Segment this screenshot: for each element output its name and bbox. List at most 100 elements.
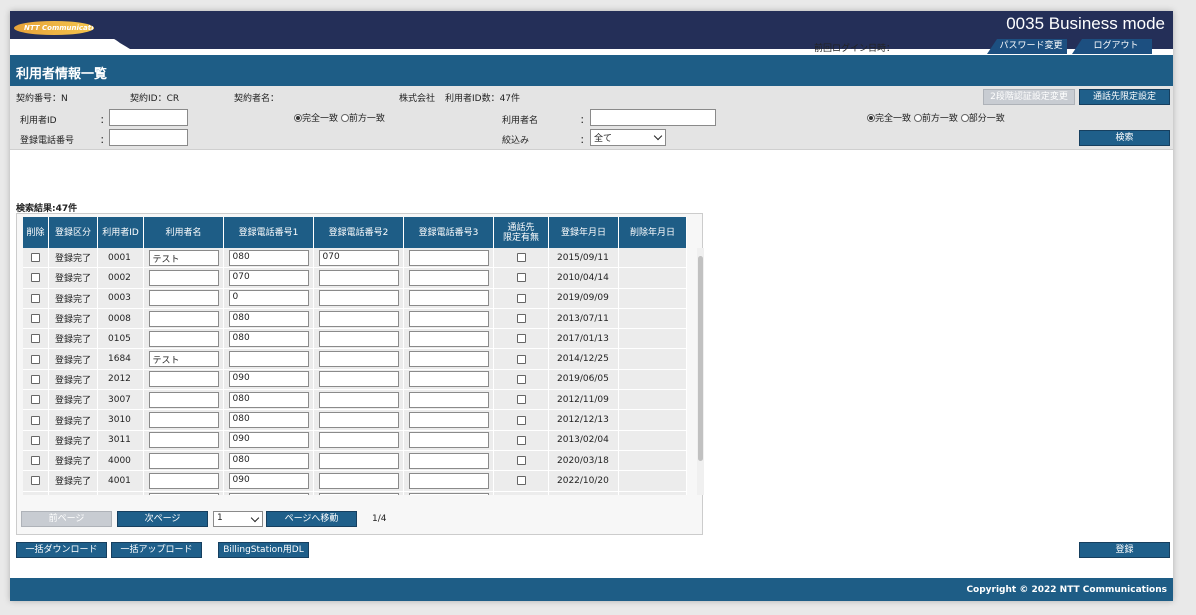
delete-checkbox[interactable] [31,476,40,486]
delete-checkbox[interactable] [31,293,40,303]
user-name-field[interactable] [148,472,219,489]
phone-field[interactable] [318,371,399,388]
delete-checkbox[interactable] [31,456,40,466]
phone-field[interactable] [318,330,399,347]
phone-field[interactable] [318,452,399,469]
prev-page-button[interactable]: 前ページ [21,511,112,527]
callee-limit-checkbox[interactable] [516,374,526,384]
user-name-field[interactable] [148,371,219,388]
table-scrollbar[interactable] [697,248,704,495]
callee-limit-checkbox[interactable] [516,354,526,364]
phone-field[interactable] [318,310,399,327]
phone-field[interactable] [228,493,309,495]
phone-field[interactable]: 080 [228,330,309,347]
callee-limit-checkbox[interactable] [516,293,526,303]
user-name-field[interactable] [148,452,219,469]
callee-limit-checkbox[interactable] [516,476,526,486]
name-prefix-radio[interactable] [913,114,922,122]
delete-checkbox[interactable] [31,314,40,324]
name-partial-radio[interactable] [960,114,969,122]
callee-limit-checkbox[interactable] [516,334,526,344]
page-select[interactable]: 1 [213,511,263,527]
bulk-download-button[interactable]: 一括ダウンロード [16,542,107,558]
phone-field[interactable] [408,371,489,388]
delete-checkbox[interactable] [31,415,40,425]
phone-field[interactable]: 080 [228,310,309,327]
name-exact-radio[interactable] [867,114,875,122]
two-factor-settings-button[interactable]: 2段階認証設定変更 [983,89,1075,105]
callee-limit-checkbox[interactable] [516,314,526,324]
user-name-field[interactable] [148,493,219,495]
search-button[interactable]: 検索 [1079,130,1170,146]
phone-field[interactable] [408,269,489,286]
user-name-field[interactable] [148,269,219,286]
phone-field[interactable] [318,269,399,286]
callee-limit-checkbox[interactable] [516,415,526,425]
billingstation-download-button[interactable]: BillingStation用DL [218,542,309,558]
callee-limit-checkbox[interactable] [516,395,526,405]
user-name-field[interactable] [148,290,219,307]
callee-limit-checkbox[interactable] [516,456,526,466]
callee-limit-checkbox[interactable] [516,273,526,283]
password-change-link[interactable]: パスワード変更 [987,39,1067,54]
phone-field[interactable]: 070 [228,269,309,286]
user-name-field[interactable]: テスト [148,249,219,266]
phone-field[interactable] [408,452,489,469]
user-name-field[interactable] [148,330,219,347]
phone-field[interactable] [228,351,309,368]
exact-match-radio[interactable] [294,114,302,122]
user-name-input[interactable] [590,109,716,126]
phone-field[interactable] [408,330,489,347]
user-id-input[interactable] [109,109,188,126]
phone-field[interactable]: 090 [228,432,309,449]
phone-field[interactable] [318,391,399,408]
phone-field[interactable] [408,391,489,408]
user-name-field[interactable]: テスト [148,351,219,368]
phone-field[interactable] [408,249,489,266]
phone-field[interactable] [408,351,489,368]
user-name-field[interactable] [148,391,219,408]
user-name-field[interactable] [148,412,219,429]
delete-checkbox[interactable] [31,435,40,445]
phone-field[interactable] [408,493,489,495]
delete-checkbox[interactable] [31,253,40,263]
delete-checkbox[interactable] [31,334,40,344]
phone-field[interactable] [318,351,399,368]
phone-field[interactable] [408,472,489,489]
logout-link[interactable]: ログアウト [1072,39,1152,54]
phone-field[interactable]: 080 [228,391,309,408]
user-name-field[interactable] [148,310,219,327]
callee-limit-checkbox[interactable] [516,253,526,263]
phone-field[interactable]: 080 [228,452,309,469]
phone-field[interactable]: 090 [228,472,309,489]
phone-input[interactable] [109,129,188,146]
narrow-select[interactable]: 全て [590,129,666,146]
phone-field[interactable] [318,412,399,429]
phone-field[interactable]: 080 [228,412,309,429]
phone-field[interactable] [318,290,399,307]
user-name-field[interactable] [148,432,219,449]
delete-checkbox[interactable] [31,273,40,283]
callee-limit-checkbox[interactable] [516,435,526,445]
bulk-upload-button[interactable]: 一括アップロード [111,542,202,558]
goto-page-button[interactable]: ページへ移動 [266,511,357,527]
phone-field[interactable] [318,493,399,495]
delete-checkbox[interactable] [31,374,40,384]
phone-field[interactable]: 070 [318,249,399,266]
delete-checkbox[interactable] [31,354,40,364]
register-button[interactable]: 登録 [1079,542,1170,558]
phone-field[interactable] [318,432,399,449]
next-page-button[interactable]: 次ページ [117,511,208,527]
callee-restriction-button[interactable]: 通話先限定設定 [1079,89,1170,105]
phone-field[interactable] [408,310,489,327]
phone-field[interactable] [408,290,489,307]
phone-field[interactable]: 0 [228,290,309,307]
prefix-match-radio[interactable] [340,114,349,122]
delete-checkbox[interactable] [31,395,40,405]
phone-field[interactable] [408,432,489,449]
scrollbar-thumb[interactable] [698,256,703,461]
phone-field[interactable] [318,472,399,489]
phone-field[interactable]: 090 [228,371,309,388]
phone-field[interactable]: 080 [228,249,309,266]
phone-field[interactable] [408,412,489,429]
